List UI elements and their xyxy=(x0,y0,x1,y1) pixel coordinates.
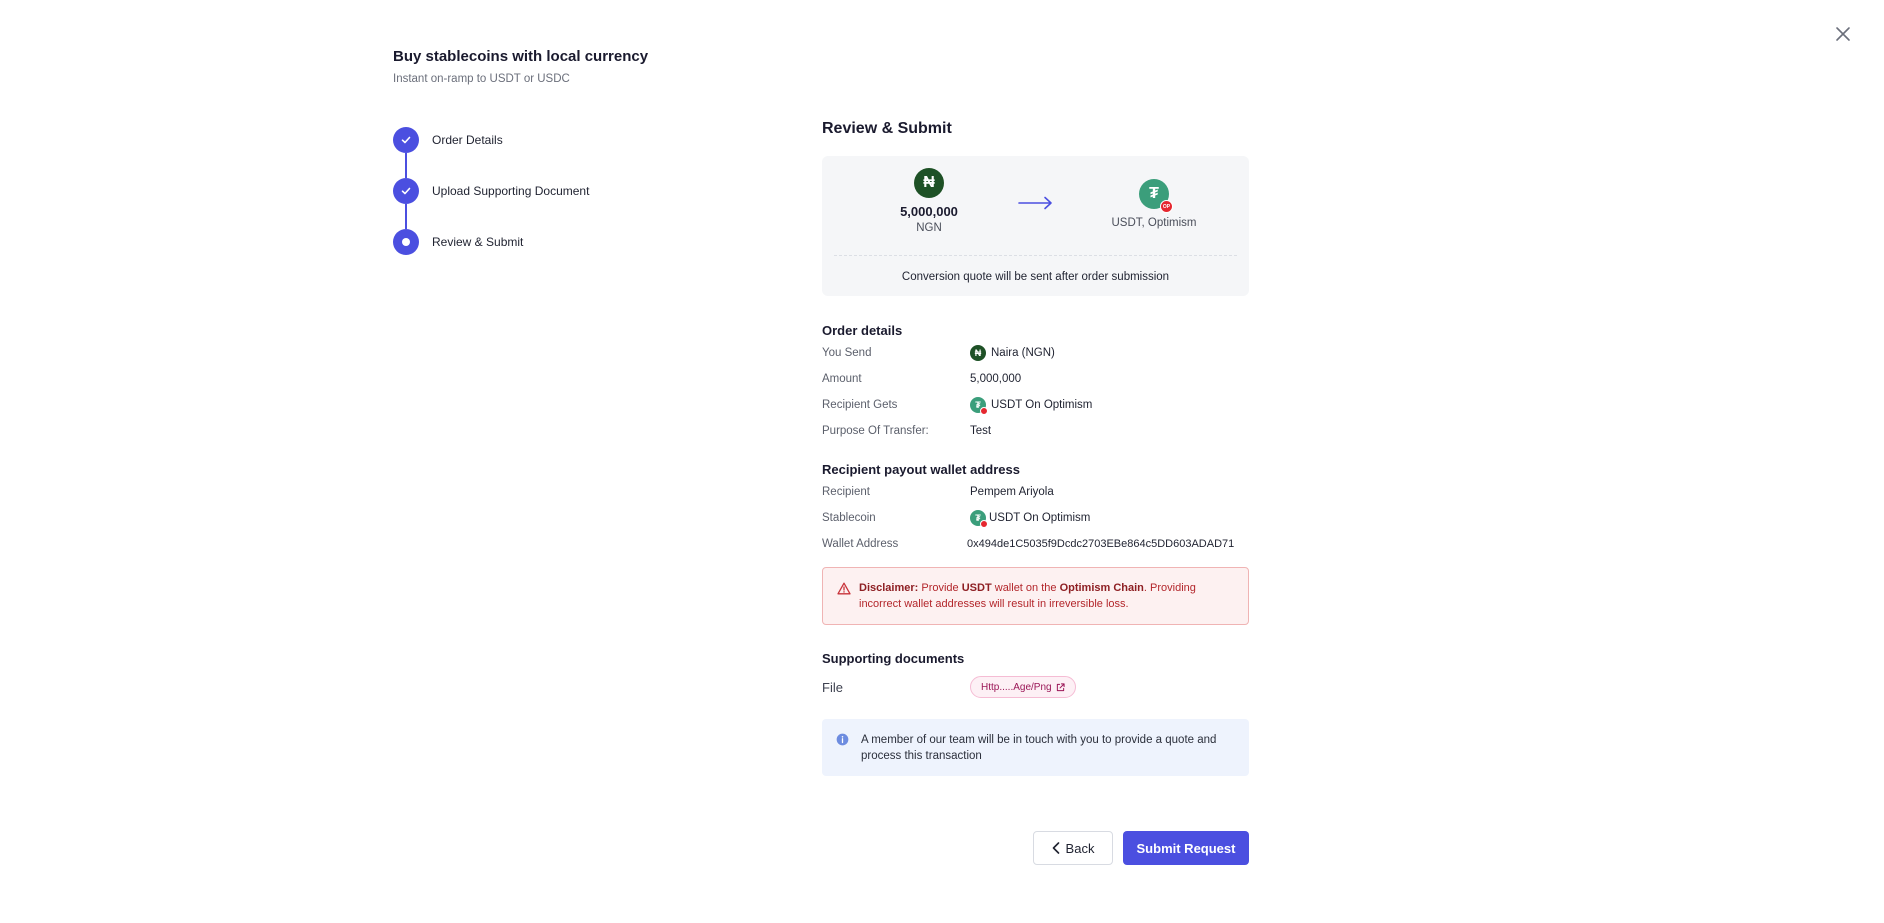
stepper: Order Details Upload Supporting Document… xyxy=(393,127,589,255)
divider xyxy=(834,255,1237,256)
step-label: Upload Supporting Document xyxy=(432,184,590,198)
step-order-details: Order Details xyxy=(393,127,589,153)
detail-row-recipient: Recipient Pempem Ariyola xyxy=(822,486,1054,498)
page-title: Buy stablecoins with local currency xyxy=(393,48,649,65)
page-header: Buy stablecoins with local currency Inst… xyxy=(393,48,648,85)
info-text: A member of our team will be in touch wi… xyxy=(861,734,1217,762)
step-connector xyxy=(405,204,407,229)
documents-title: Supporting documents xyxy=(822,651,965,666)
detail-row-stablecoin: Stablecoin ₮ USDT On Optimism xyxy=(822,505,1249,531)
conversion-to-label: USDT, Optimism xyxy=(1111,217,1197,229)
close-icon[interactable] xyxy=(1831,22,1855,46)
detail-row-amount: Amount 5,000,000 xyxy=(822,373,1022,385)
arrow-right-icon xyxy=(1018,196,1054,215)
payout-section: Recipient payout wallet address Recipien… xyxy=(822,462,1249,557)
disclaimer-box: Disclaimer: Provide USDT wallet on the O… xyxy=(822,567,1249,625)
naira-coin-icon: ₦ xyxy=(970,345,986,361)
detail-row-wallet: Wallet Address 0x494de1C5035f9Dcdc2703EB… xyxy=(822,538,1235,550)
detail-row-purpose: Purpose Of Transfer: Test xyxy=(822,425,992,437)
review-title: Review & Submit xyxy=(822,120,952,137)
submit-request-button[interactable]: Submit Request xyxy=(1123,831,1249,865)
action-bar: Back Submit Request xyxy=(1033,831,1249,865)
conversion-from-currency: NGN xyxy=(916,222,942,234)
info-box: A member of our team will be in touch wi… xyxy=(822,719,1249,776)
check-icon xyxy=(393,178,419,204)
step-connector xyxy=(405,153,407,178)
conversion-card: ₦ 5,000,000 NGN ₮ OP USDT, Optimism Conv… xyxy=(822,156,1249,296)
file-link[interactable]: Http.....Age/Png xyxy=(970,676,1076,698)
wallet-address: 0x494de1C5035f9Dcdc2703EBe864c5DD603ADAD… xyxy=(967,538,1235,550)
step-label: Review & Submit xyxy=(432,235,524,249)
order-details-section: Order details You Send ₦ Naira (NGN) Amo… xyxy=(822,323,1249,444)
conversion-from: ₦ 5,000,000 NGN xyxy=(894,168,964,234)
chevron-left-icon xyxy=(1052,842,1059,854)
payout-title: Recipient payout wallet address xyxy=(822,462,1020,477)
optimism-badge-icon xyxy=(980,407,988,415)
warning-icon xyxy=(837,582,851,600)
page-subtitle: Instant on-ramp to USDT or USDC xyxy=(393,73,570,85)
step-label: Order Details xyxy=(432,133,503,147)
conversion-amount: 5,000,000 xyxy=(900,204,958,219)
usdt-coin-icon: ₮ xyxy=(970,397,988,415)
naira-coin-icon: ₦ xyxy=(914,168,944,198)
optimism-badge-icon: OP xyxy=(1160,200,1173,213)
review-panel: Review & Submit ₦ 5,000,000 NGN ₮ OP USD… xyxy=(822,120,1249,865)
back-button[interactable]: Back xyxy=(1033,831,1113,865)
documents-section: Supporting documents File Http.....Age/P… xyxy=(822,651,1249,700)
order-details-title: Order details xyxy=(822,323,903,338)
check-icon xyxy=(393,127,419,153)
file-row: File Http.....Age/Png xyxy=(822,674,1249,700)
info-icon xyxy=(836,733,849,751)
detail-row-recipient-gets: Recipient Gets ₮ USDT On Optimism xyxy=(822,392,1249,418)
usdt-coin-icon: ₮ xyxy=(970,510,988,528)
step-review-submit: Review & Submit xyxy=(393,229,589,255)
external-link-icon xyxy=(1056,682,1065,691)
detail-row-you-send: You Send ₦ Naira (NGN) xyxy=(822,345,1055,361)
conversion-note: Conversion quote will be sent after orde… xyxy=(901,271,1170,283)
optimism-badge-icon xyxy=(980,520,988,528)
usdt-coin-icon: ₮ OP xyxy=(1139,179,1173,213)
conversion-to: ₮ OP USDT, Optimism xyxy=(1094,179,1214,229)
step-upload-document: Upload Supporting Document xyxy=(393,178,589,204)
active-step-icon xyxy=(393,229,419,255)
